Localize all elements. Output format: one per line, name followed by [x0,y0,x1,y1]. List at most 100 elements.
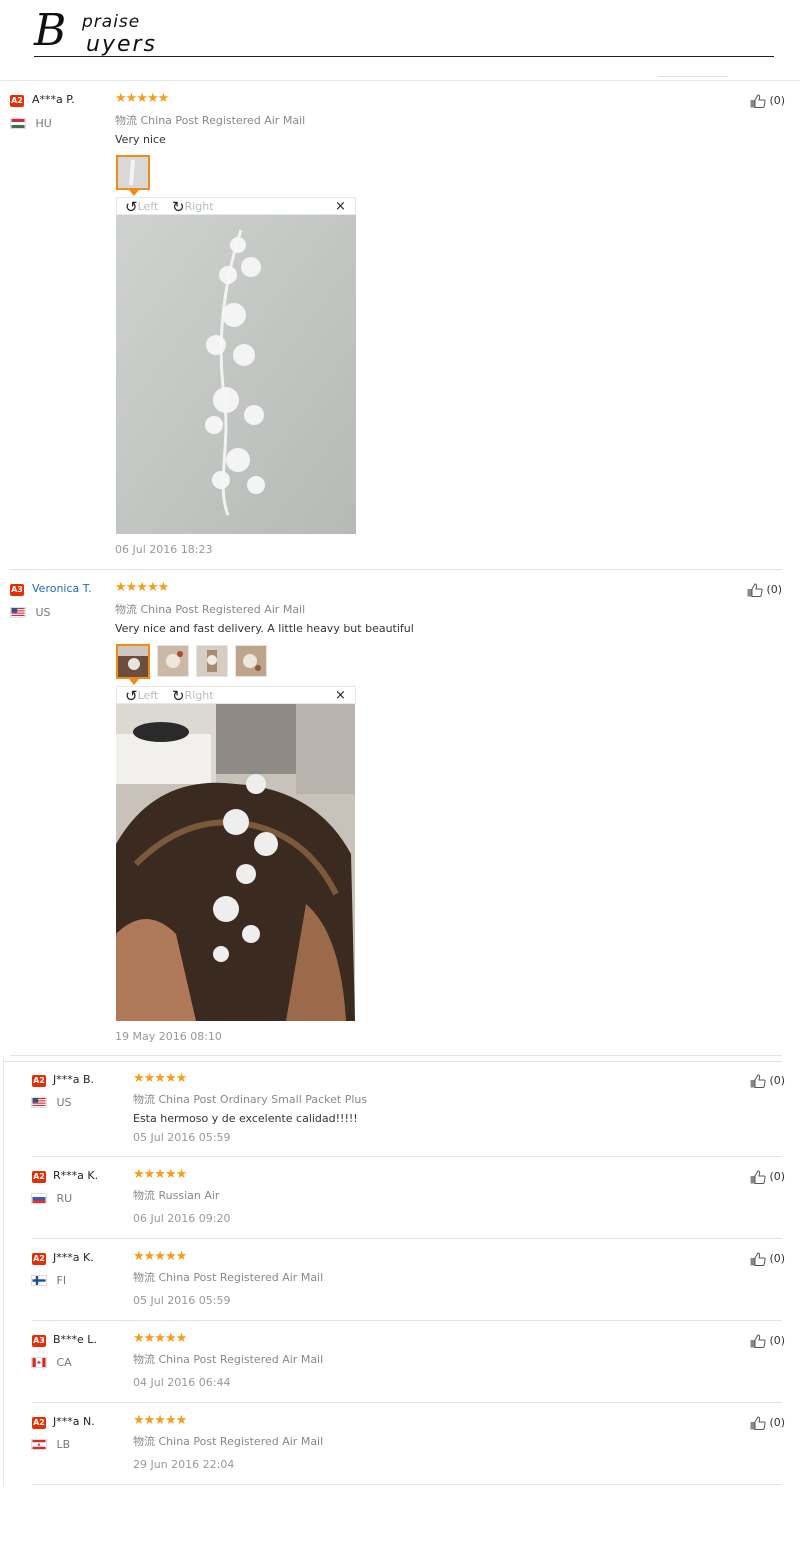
buyer-name: B***e L. [53,1333,97,1346]
image-viewer-toolbar: ↺Left ↻Right × [116,197,356,216]
close-viewer-button[interactable]: × [335,688,346,703]
like-count: (0) [769,1074,786,1087]
country-code: FI [56,1273,67,1287]
buyer-level-badge: A2 [10,95,24,107]
shipping-method: China Post Registered Air Mail [158,1435,324,1448]
like-button[interactable]: (0) [750,1416,785,1430]
like-button[interactable]: (0) [750,1252,785,1266]
image-viewer-toolbar: ↺Left ↻Right × [116,686,356,705]
rating-stars: ★★★★★ [133,1167,187,1182]
thumbs-up-icon [747,583,763,597]
rating-stars: ★★★★★ [133,1249,187,1264]
close-viewer-button[interactable]: × [335,199,346,214]
rotate-right-button[interactable]: ↻Right [172,687,214,705]
review-divider [10,569,782,570]
flag-lb-icon [31,1438,47,1450]
shipping-method: Russian Air [158,1189,220,1202]
shipping-info: 物流 Russian Air [133,1187,219,1203]
shipping-info: 物流 China Post Registered Air Mail [133,1351,323,1367]
logo-praise: praise [82,12,141,32]
like-button[interactable]: (0) [750,1334,785,1348]
shipping-info: 物流 China Post Ordinary Small Packet Plus [133,1091,367,1107]
country-code: LB [56,1437,71,1451]
rotate-right-label: Right [184,689,214,702]
thumb-pointer [129,190,139,196]
rotate-left-icon: ↺ [125,198,138,216]
rotate-left-button[interactable]: ↺Left [125,198,158,216]
country-code: US [35,605,51,619]
logistics-label: 物流 [133,1435,155,1448]
thumbs-up-icon [750,1334,766,1348]
rotate-left-button[interactable]: ↺Left [125,687,158,705]
review-photo-large [116,215,356,534]
country-code: US [56,1095,72,1109]
rotate-right-icon: ↻ [172,198,185,216]
buyer-name[interactable]: Veronica T. [32,582,92,595]
photo-thumb-image [118,646,148,677]
buyer-country: RU [31,1191,72,1205]
shipping-method: China Post Registered Air Mail [140,603,306,616]
buyer-country: US [31,1095,72,1109]
like-button[interactable]: (0) [750,94,785,108]
review-photo-thumb[interactable] [157,645,189,677]
tab-shadow [658,76,728,77]
rotate-right-button[interactable]: ↻Right [172,198,214,216]
flag-us-icon [10,606,26,618]
rotate-left-label: Left [137,200,159,213]
thumb-pointer [129,679,139,685]
panel-top-border [3,1061,782,1062]
buyer-level-badge: A2 [32,1171,46,1183]
review-date: 06 Jul 2016 09:20 [133,1212,231,1225]
thumbs-up-icon [750,1170,766,1184]
review-photo-thumb[interactable] [116,644,150,679]
buyer-name: A***a P. [32,93,75,106]
review-photo-thumb[interactable] [116,155,150,190]
like-button[interactable]: (0) [747,583,782,597]
photo-thumb-image [197,646,227,676]
photo-thumb-image [118,157,148,188]
buyer-name: J***a K. [53,1251,94,1264]
review-date: 05 Jul 2016 05:59 [133,1131,231,1144]
buyer-level-badge: A2 [32,1253,46,1265]
review-date: 05 Jul 2016 05:59 [133,1294,231,1307]
like-button[interactable]: (0) [750,1074,785,1088]
rotate-right-icon: ↻ [172,687,185,705]
rating-stars: ★★★★★ [133,1413,187,1428]
rating-stars: ★★★★★ [115,91,169,106]
logo-uyers: uyers [86,32,158,57]
review-divider [32,1238,782,1239]
review-date: 06 Jul 2016 18:23 [115,543,213,556]
buyer-country: LB [31,1437,70,1451]
logistics-label: 物流 [133,1271,155,1284]
buyer-name: J***a N. [53,1415,95,1428]
buyer-level-badge: A3 [32,1335,46,1347]
country-code: CA [56,1355,72,1369]
review-text: Esta hermoso y de excelente calidad!!!!! [133,1112,358,1125]
rotate-right-label: Right [184,200,214,213]
thumbs-up-icon [750,1252,766,1266]
photo-thumb-image [236,646,266,676]
logistics-label: 物流 [115,114,137,127]
shipping-info: 物流 China Post Registered Air Mail [133,1269,323,1285]
buyers-praise-logo: B praise uyers [34,5,794,58]
buyer-country: CA [31,1355,72,1369]
shipping-method: China Post Ordinary Small Packet Plus [158,1093,368,1106]
review-divider [32,1320,782,1321]
like-button[interactable]: (0) [750,1170,785,1184]
logistics-label: 物流 [115,603,137,616]
review-divider [32,1402,782,1403]
logo-letter-b: B [34,5,67,56]
review-photo-large [116,704,355,1021]
review-photo-thumb[interactable] [235,645,267,677]
hair-accessory-worn-photo-image [116,704,355,1021]
photo-thumb-image [158,646,188,676]
flag-fi-icon [31,1274,47,1286]
header-divider [0,80,800,81]
flag-us-icon [31,1096,47,1108]
review-photo-thumb[interactable] [196,645,228,677]
review-date: 29 Jun 2016 22:04 [133,1458,235,1471]
like-count: (0) [769,1252,786,1265]
logistics-label: 物流 [133,1189,155,1202]
review-text: Very nice [115,133,166,146]
like-count: (0) [769,1416,786,1429]
